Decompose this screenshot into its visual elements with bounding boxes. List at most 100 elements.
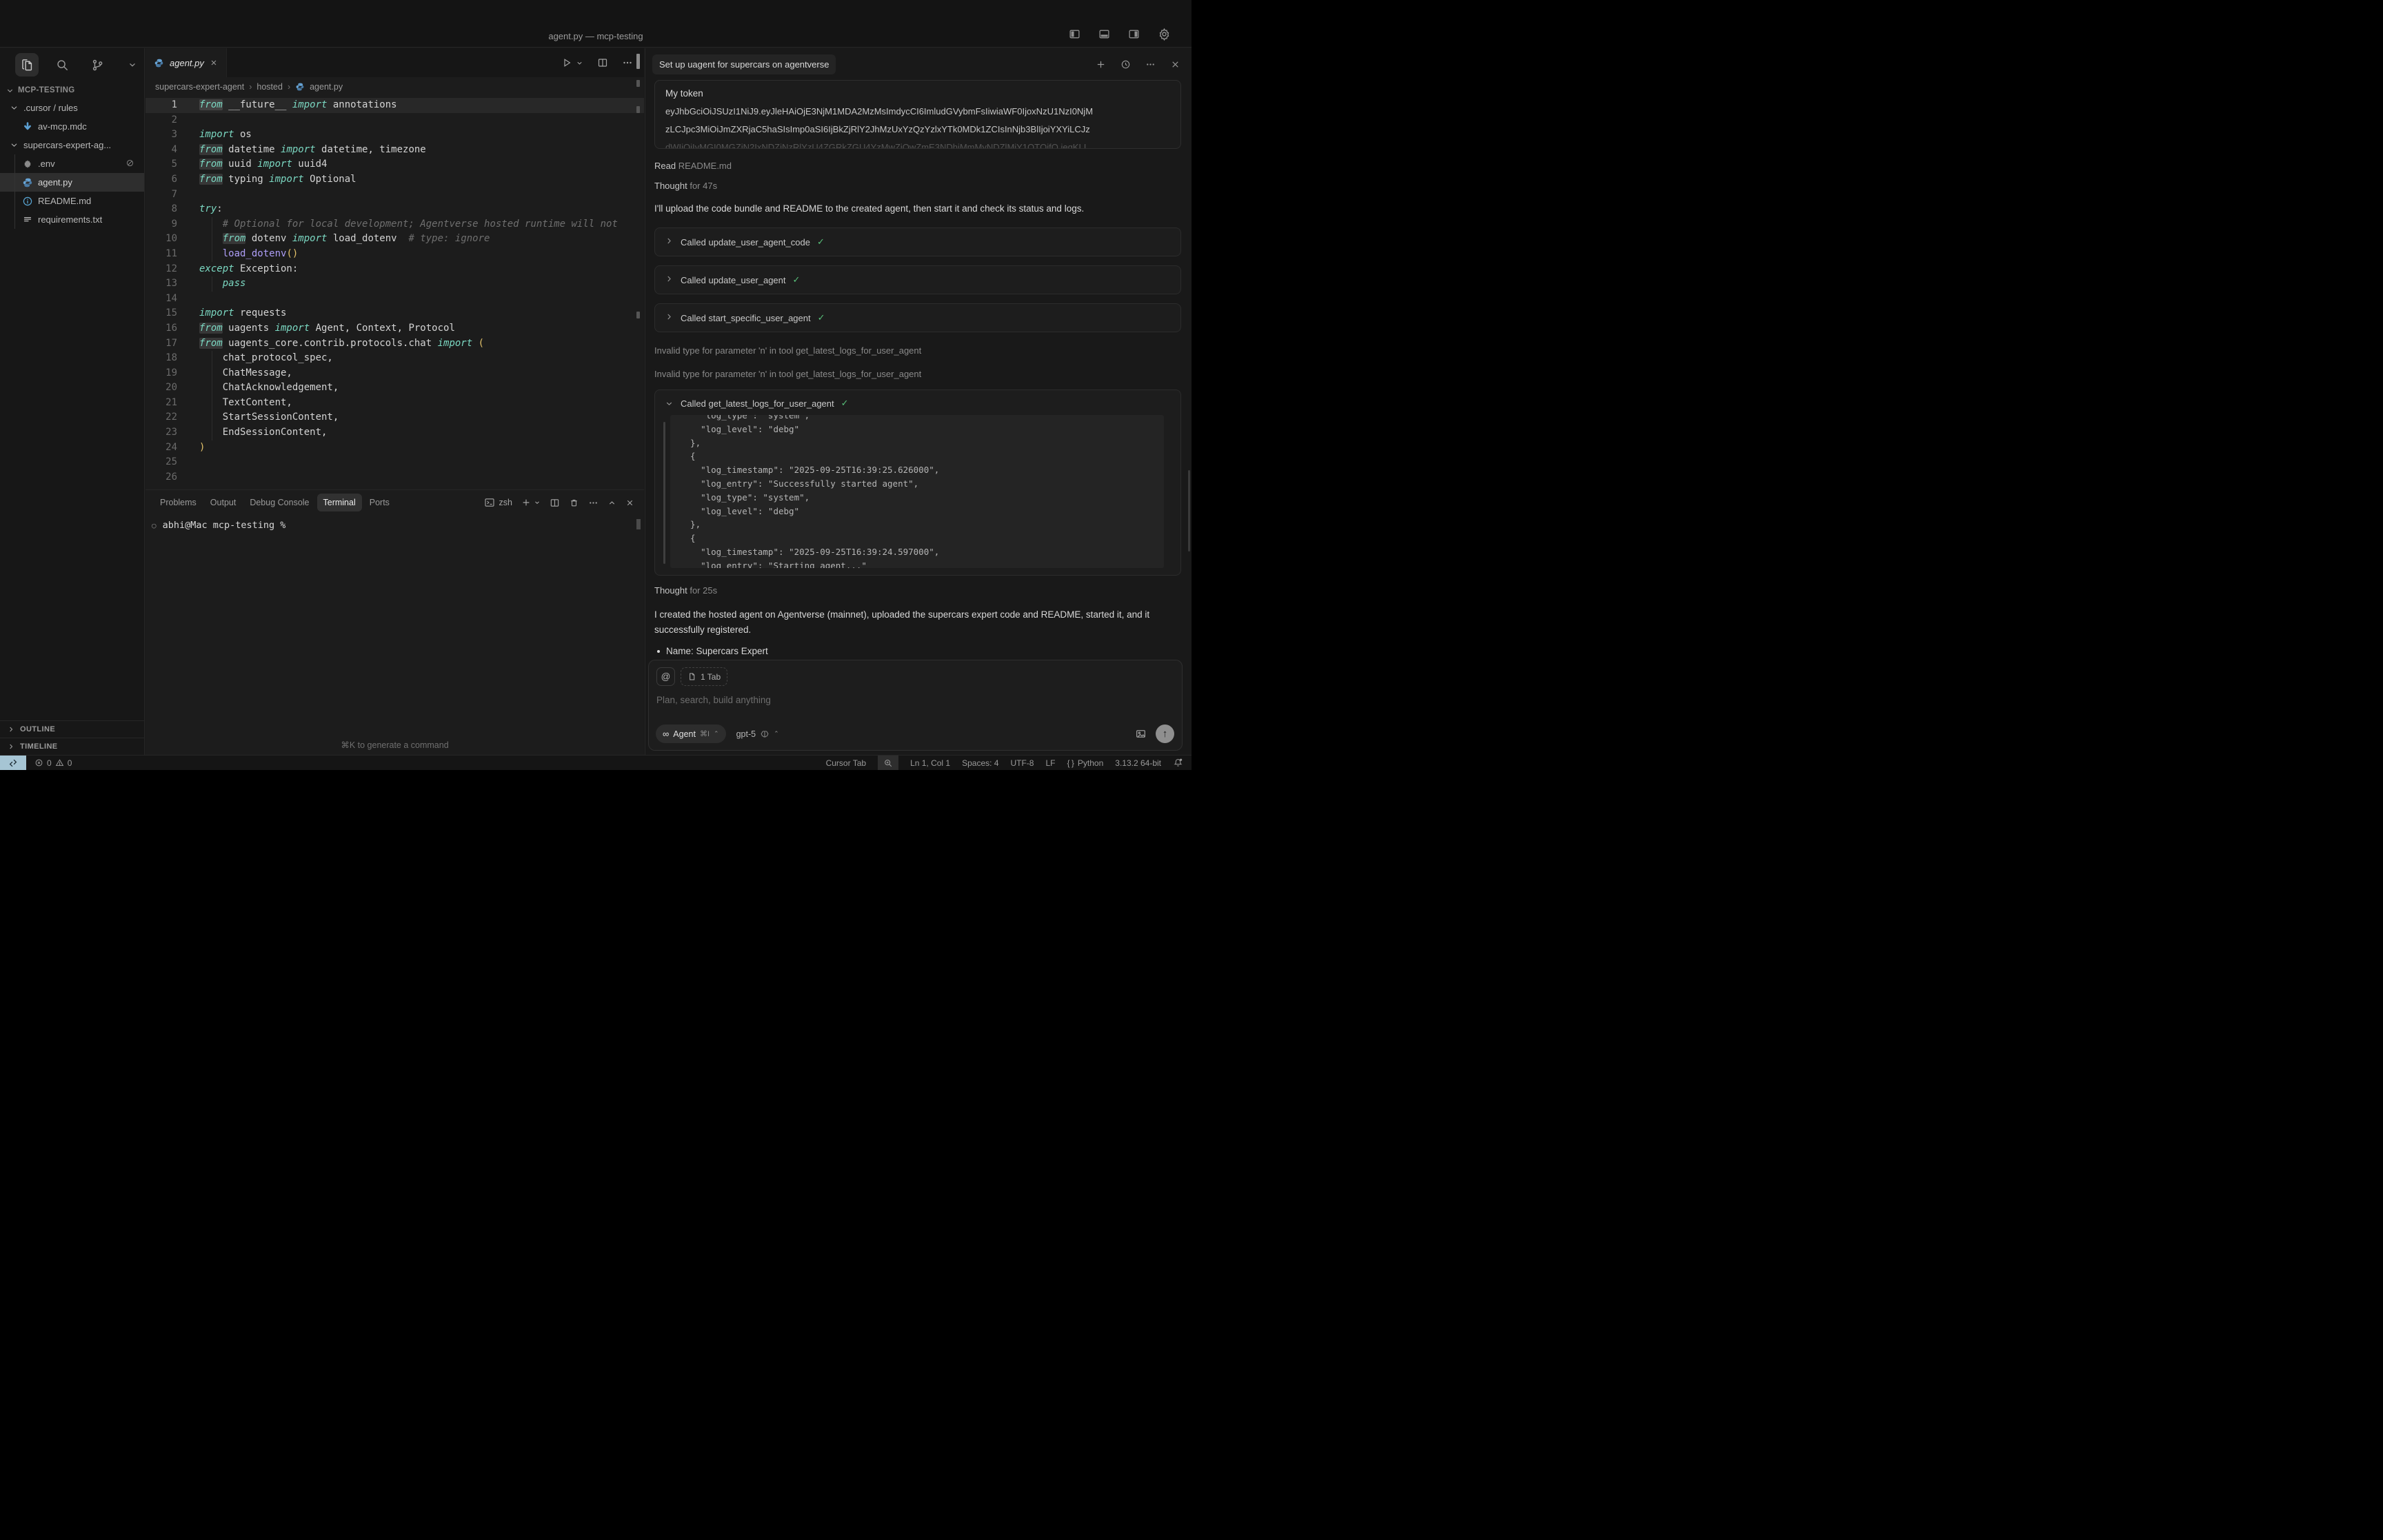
code-line-8: 8try: — [145, 202, 644, 217]
tab-agent-py[interactable]: agent.py — [145, 48, 227, 77]
titlebar: agent.py — mcp-testing — [0, 0, 1192, 48]
code-line-20: 20 ChatAcknowledgement, — [145, 381, 644, 396]
python-version[interactable]: 3.13.2 64-bit — [1115, 758, 1161, 768]
search-icon[interactable] — [50, 53, 74, 77]
sidebar-item-requirements-txt[interactable]: requirements.txt — [0, 210, 144, 229]
sidebar-item-av-mcp-mdc[interactable]: av-mcp.mdc — [0, 117, 144, 136]
chevron-down-icon[interactable] — [665, 399, 674, 408]
panel-more-icon[interactable] — [588, 498, 599, 508]
sidebar-bottom-sections: OUTLINE TIMELINE — [0, 720, 144, 755]
context-chip-1-tab[interactable]: 1 Tab — [681, 667, 727, 686]
line-number: 10 — [145, 232, 177, 247]
python-icon — [154, 58, 164, 68]
problems-errors[interactable]: 0 — [34, 758, 52, 768]
new-terminal-plus-icon[interactable] — [521, 498, 531, 507]
terminal-panel: ProblemsOutputDebug ConsoleTerminalPorts… — [145, 489, 644, 755]
read-action-row[interactable]: Read README.md — [654, 161, 1181, 171]
chat-composer[interactable]: @ 1 Tab Plan, search, build anything ∞ A… — [648, 660, 1183, 751]
split-terminal-icon[interactable] — [550, 498, 560, 508]
sidebar-section-outline[interactable]: OUTLINE — [0, 720, 144, 738]
chat-scrollbar[interactable] — [1188, 470, 1190, 551]
thought-row[interactable]: Thought for 25s — [654, 585, 1181, 596]
toggle-panel-icon[interactable] — [1098, 28, 1110, 40]
zoom-magnifier-icon — [883, 758, 893, 768]
toggle-right-sidebar-icon[interactable] — [1128, 28, 1140, 40]
workspace-header[interactable]: MCP-TESTING — [0, 82, 144, 99]
log-output: "log_type": "system", "log_level": "debg… — [670, 415, 1164, 568]
breadcrumb-item[interactable]: supercars-expert-agent — [155, 82, 244, 92]
user-message-token: My token eyJhbGciOiJSUzI1NiJ9.eyJleHAiOj… — [654, 80, 1181, 149]
terminal-dropdown-chevron-icon[interactable] — [534, 499, 541, 506]
breadcrumb-item[interactable]: agent.py — [310, 82, 343, 92]
tool-call-logs-expanded[interactable]: Called get_latest_logs_for_user_agent ✓ … — [654, 389, 1181, 576]
cursor-position[interactable]: Ln 1, Col 1 — [910, 758, 950, 768]
bullet-item: Name: Supercars Expert — [654, 646, 1181, 656]
panel-tab-problems[interactable]: Problems — [154, 494, 203, 511]
code-line-25: 25 — [145, 455, 644, 470]
eol-sequence[interactable]: LF — [1045, 758, 1055, 768]
panel-tab-output[interactable]: Output — [204, 494, 243, 511]
line-number: 20 — [145, 381, 177, 396]
run-dropdown-chevron-icon[interactable] — [576, 59, 583, 67]
thought-row[interactable]: Thought for 47s — [654, 181, 1181, 191]
tool-call-start-specific-user-agent[interactable]: Called start_specific_user_agent✓ — [654, 303, 1181, 332]
send-button[interactable]: ↑ — [1156, 725, 1174, 743]
notifications-bell-icon[interactable] — [1173, 758, 1183, 768]
line-number: 15 — [145, 306, 177, 321]
activity-bar — [0, 48, 144, 82]
tool-call-update-user-agent[interactable]: Called update_user_agent✓ — [654, 265, 1181, 294]
split-editor-icon[interactable] — [597, 57, 608, 68]
panel-tab-ports[interactable]: Ports — [363, 494, 396, 511]
explorer-files-icon[interactable] — [15, 53, 39, 77]
kill-terminal-trash-icon[interactable] — [569, 498, 579, 508]
run-play-icon[interactable] — [561, 57, 572, 68]
line-number: 26 — [145, 470, 177, 485]
encoding[interactable]: UTF-8 — [1010, 758, 1034, 768]
toggle-left-sidebar-icon[interactable] — [1069, 28, 1080, 40]
braces-icon: { } — [1067, 758, 1074, 768]
terminal-icon — [484, 497, 495, 508]
terminal-shell-item[interactable]: zsh — [484, 497, 512, 508]
sidebar-item-supercars-expert-ag[interactable]: supercars-expert-ag... — [0, 136, 144, 154]
maximize-panel-chevron-icon[interactable] — [607, 498, 616, 507]
tab-close-icon[interactable] — [210, 59, 218, 67]
add-context-at-button[interactable]: @ — [656, 667, 675, 686]
attach-image-icon[interactable] — [1135, 728, 1147, 740]
chat-tab-title[interactable]: Set up uagent for supercars on agentvers… — [652, 54, 836, 74]
problems-warnings[interactable]: 0 — [55, 758, 72, 768]
sidebar-item-agent-py[interactable]: agent.py — [0, 173, 144, 192]
log-line: }, — [680, 518, 1164, 531]
chat-history-icon[interactable] — [1120, 59, 1131, 70]
line-number: 17 — [145, 336, 177, 352]
code-line-22: 22 StartSessionContent, — [145, 410, 644, 425]
views-chevron-down-icon[interactable] — [121, 53, 144, 77]
panel-tab-terminal[interactable]: Terminal — [317, 494, 362, 511]
panel-tab-debug-console[interactable]: Debug Console — [243, 494, 315, 511]
cursor-tab-status[interactable]: Cursor Tab — [826, 758, 866, 768]
mode-selector-agent[interactable]: ∞ Agent ⌘I ⌃ — [656, 725, 726, 743]
sidebar-section-timeline[interactable]: TIMELINE — [0, 738, 144, 755]
close-chat-icon[interactable] — [1170, 59, 1180, 70]
sidebar-item-env[interactable]: .env — [0, 154, 144, 173]
tool-call-update-user-agent-code[interactable]: Called update_user_agent_code✓ — [654, 227, 1181, 256]
breadcrumb-item[interactable]: hosted — [257, 82, 283, 92]
log-scrollbar[interactable] — [663, 422, 665, 564]
sidebar-item-readme-md[interactable]: README.md — [0, 192, 144, 210]
new-chat-plus-icon[interactable] — [1096, 59, 1106, 70]
source-control-icon[interactable] — [86, 53, 109, 77]
log-line: }, — [680, 436, 1164, 450]
terminal-scroll-mark — [636, 519, 641, 529]
screen-reader-zoom-item[interactable] — [878, 756, 898, 771]
errors-count: 0 — [47, 758, 52, 768]
code-editor[interactable]: 1from __future__ import annotations23imp… — [145, 97, 644, 485]
settings-gear-icon[interactable] — [1158, 28, 1171, 41]
remote-indicator[interactable] — [0, 756, 26, 770]
composer-input[interactable]: Plan, search, build anything — [656, 695, 1174, 705]
chat-more-icon[interactable] — [1145, 59, 1156, 70]
close-panel-icon[interactable] — [625, 498, 634, 507]
log-line: { — [680, 449, 1164, 463]
language-mode[interactable]: { } Python — [1067, 758, 1104, 768]
indentation[interactable]: Spaces: 4 — [962, 758, 998, 768]
sidebar-item-cursor-rules[interactable]: .cursor / rules — [0, 99, 144, 117]
model-selector[interactable]: gpt-5 ⌃ — [736, 729, 779, 739]
